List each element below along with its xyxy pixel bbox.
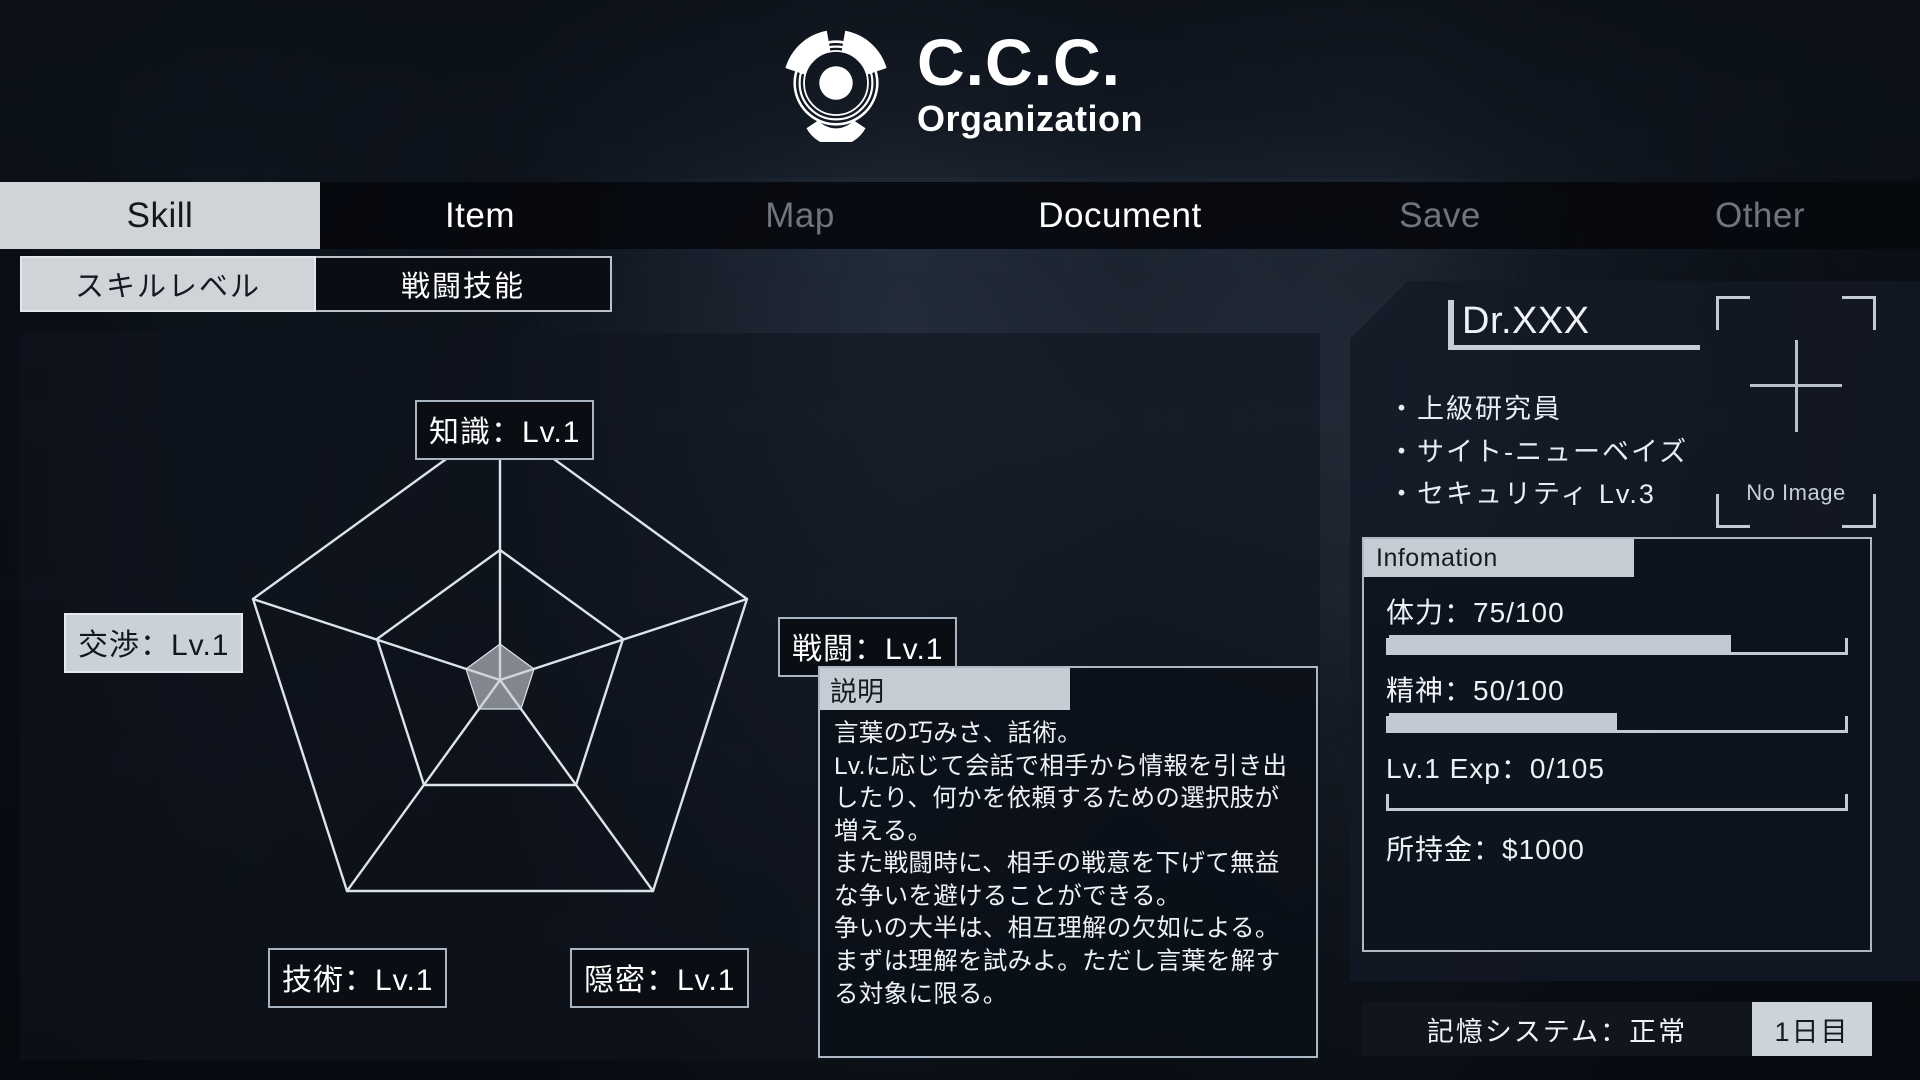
stat-mp-bar (1386, 713, 1848, 733)
aperture-ring-icon (777, 24, 895, 142)
app-header: C.C.C. Organization (0, 0, 1920, 178)
character-name: Dr.XXX (1462, 300, 1590, 342)
description-line: Lv.に応じて会話で相手から情報を引き出したり、何かを依頼するための選択肢が増え… (834, 752, 1288, 845)
corner-bracket-icon (1716, 296, 1750, 330)
stat-hp-bar (1386, 635, 1848, 655)
description-heading: 説明 (820, 668, 1070, 710)
memory-system-status: 記憶システム：正常 (1362, 1002, 1752, 1056)
subtab-combat-ability[interactable]: 戦闘技能 (316, 256, 612, 312)
brand-subtitle: Organization (916, 98, 1143, 139)
character-tag: ・セキュリティ Lv.3 (1388, 479, 1656, 510)
radar-label-negotiation[interactable]: 交渉：Lv.1 (64, 613, 244, 673)
main-tab-bar: Skill Item Map Document Save Other (0, 182, 1920, 249)
stat-exp-bar (1386, 794, 1848, 811)
tab-other[interactable]: Other (1600, 182, 1920, 249)
game-menu-screen: C.C.C. Organization Skill Item Map Docum… (0, 0, 1920, 1080)
stat-mp-label: 精神：50/100 (1386, 675, 1565, 706)
tab-skill[interactable]: Skill (0, 182, 320, 249)
stat-mp-bar-fill (1389, 713, 1617, 730)
subtab-skill-level[interactable]: スキルレベル (20, 256, 316, 312)
radar-label-knowledge[interactable]: 知識：Lv.1 (415, 400, 595, 460)
stat-hp-bar-fill (1389, 635, 1731, 652)
tab-save[interactable]: Save (1280, 182, 1600, 249)
tab-map[interactable]: Map (640, 182, 960, 249)
description-body: 言葉の巧みさ、話術。 Lv.に応じて会話で相手から情報を引き出したり、何かを依頼… (820, 710, 1316, 1011)
portrait-placeholder: No Image (1716, 296, 1876, 528)
brand: C.C.C. Organization (777, 24, 1143, 142)
corner-bracket-icon (1842, 296, 1876, 330)
stat-hp: 体力：75/100 (1364, 591, 1870, 655)
stat-mp: 精神：50/100 (1364, 669, 1870, 733)
information-box: Infomation 体力：75/100 精神：50/100 Lv.1 Exp：… (1362, 537, 1872, 952)
sub-tab-bar: スキルレベル 戦闘技能 (20, 256, 612, 312)
description-line: また戦闘時に、相手の戦意を下げて無益な争いを避けることができる。 (834, 850, 1280, 910)
brand-text: C.C.C. Organization (917, 29, 1143, 137)
brand-title: C.C.C. (916, 25, 1121, 99)
character-tag-list: ・上級研究員 ・サイト-ニューベイズ ・セキュリティ Lv.3 (1388, 388, 1688, 516)
tab-item[interactable]: Item (320, 182, 640, 249)
stat-exp-label: Lv.1 Exp：0/105 (1386, 753, 1605, 784)
character-tag: ・サイト-ニューベイズ (1388, 436, 1689, 467)
stat-hp-label: 体力：75/100 (1386, 597, 1565, 628)
character-name-box: Dr.XXX (1448, 300, 1700, 347)
information-heading: Infomation (1364, 539, 1634, 577)
tab-document[interactable]: Document (960, 182, 1280, 249)
skill-description-panel: 説明 言葉の巧みさ、話術。 Lv.に応じて会話で相手から情報を引き出したり、何か… (818, 666, 1318, 1058)
stat-exp: Lv.1 Exp：0/105 所持金：$1000 (1364, 747, 1870, 868)
radar-label-technique[interactable]: 技術：Lv.1 (268, 948, 448, 1008)
character-tag: ・上級研究員 (1388, 394, 1562, 424)
description-line: 言葉の巧みさ、話術。 (834, 720, 1082, 747)
no-image-label: No Image (1746, 480, 1846, 505)
radar-label-stealth[interactable]: 隠密：Lv.1 (570, 948, 750, 1008)
crosshair-icon (1795, 340, 1798, 432)
skill-radar-chart (190, 390, 810, 1010)
status-bar: 記憶システム：正常 1日目 (1362, 1002, 1872, 1056)
day-counter-badge[interactable]: 1日目 (1752, 1002, 1872, 1056)
description-line: 争いの大半は、相互理解の欠如による。まずは理解を試みよ。ただし言葉を解する対象に… (834, 915, 1281, 1008)
stat-money: 所持金：$1000 (1386, 834, 1585, 865)
